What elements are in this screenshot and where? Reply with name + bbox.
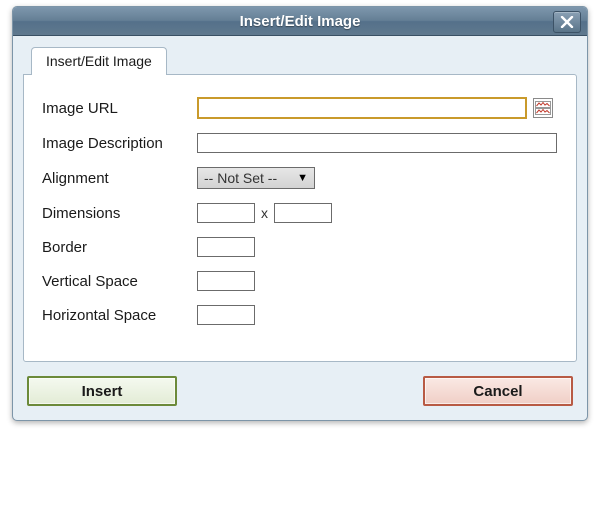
- form-panel: Image URL Image Description Alignment --…: [23, 74, 577, 362]
- row-alignment: Alignment -- Not Set -- ▼: [42, 167, 558, 189]
- alignment-select[interactable]: -- Not Set -- ▼: [197, 167, 315, 189]
- label-border: Border: [42, 239, 197, 256]
- insert-edit-image-dialog: Insert/Edit Image Insert/Edit Image Imag…: [12, 6, 588, 421]
- label-image-description: Image Description: [42, 135, 197, 152]
- chevron-down-icon: ▼: [297, 172, 308, 184]
- label-alignment: Alignment: [42, 170, 197, 187]
- dialog-titlebar: Insert/Edit Image: [13, 7, 587, 36]
- label-vertical-space: Vertical Space: [42, 273, 197, 290]
- row-dimensions: Dimensions x: [42, 203, 558, 223]
- insert-button[interactable]: Insert: [27, 376, 177, 406]
- label-horizontal-space: Horizontal Space: [42, 307, 197, 324]
- label-image-url: Image URL: [42, 100, 197, 117]
- row-image-description: Image Description: [42, 133, 558, 153]
- browse-icon: [535, 101, 551, 115]
- label-dimensions: Dimensions: [42, 205, 197, 222]
- image-url-input[interactable]: [197, 97, 527, 119]
- dimension-width-input[interactable]: [197, 203, 255, 223]
- row-image-url: Image URL: [42, 97, 558, 119]
- row-border: Border: [42, 237, 558, 257]
- tab-insert-edit-image[interactable]: Insert/Edit Image: [31, 47, 167, 75]
- row-vertical-space: Vertical Space: [42, 271, 558, 291]
- border-input[interactable]: [197, 237, 255, 257]
- dimension-height-input[interactable]: [274, 203, 332, 223]
- close-button[interactable]: [553, 11, 581, 33]
- image-description-input[interactable]: [197, 133, 557, 153]
- dimensions-separator: x: [261, 205, 268, 221]
- tabs-row: Insert/Edit Image: [13, 36, 587, 74]
- horizontal-space-input[interactable]: [197, 305, 255, 325]
- dialog-title: Insert/Edit Image: [240, 13, 361, 30]
- dialog-footer: Insert Cancel: [13, 362, 587, 420]
- alignment-selected-value: -- Not Set --: [204, 170, 277, 186]
- close-icon: [560, 16, 574, 28]
- browse-image-button[interactable]: [533, 98, 553, 118]
- cancel-button[interactable]: Cancel: [423, 376, 573, 406]
- vertical-space-input[interactable]: [197, 271, 255, 291]
- row-horizontal-space: Horizontal Space: [42, 305, 558, 325]
